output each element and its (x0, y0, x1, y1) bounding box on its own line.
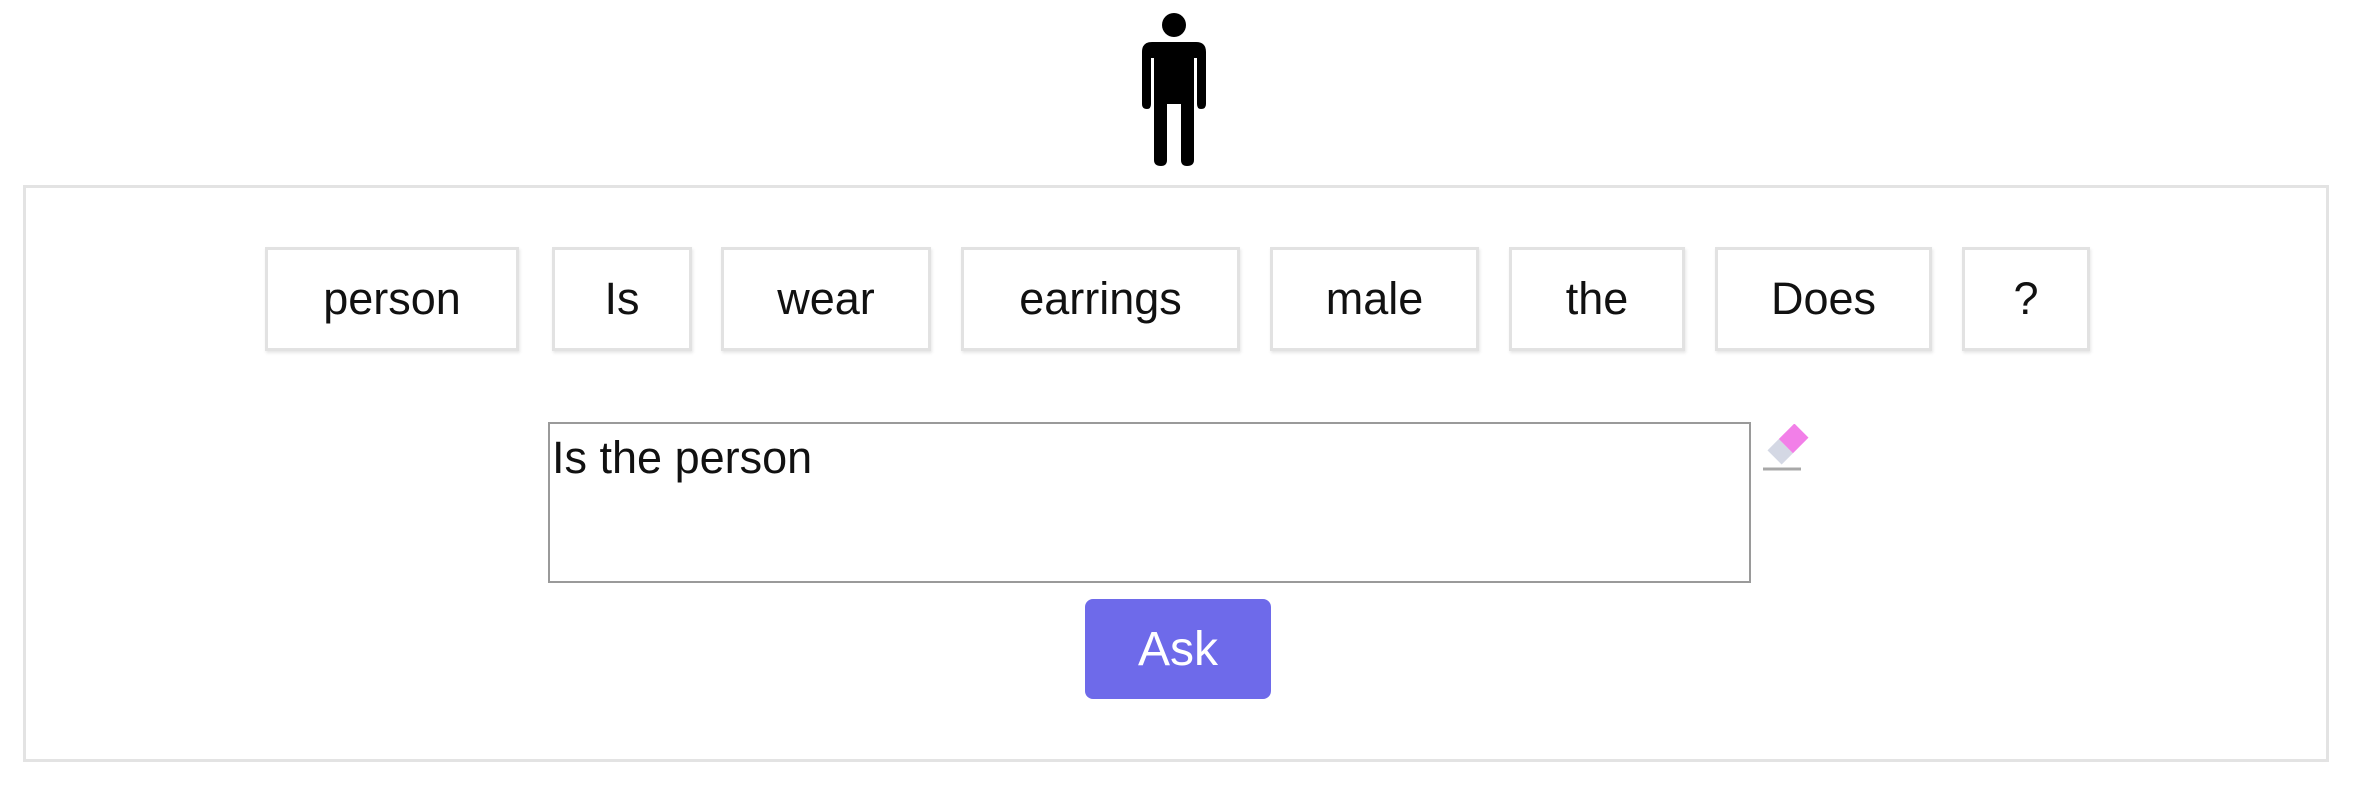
word-tile-question-mark[interactable]: ? (1962, 247, 2090, 351)
ask-button[interactable]: Ask (1085, 599, 1271, 699)
word-tile-male[interactable]: male (1270, 247, 1479, 351)
word-tile-is[interactable]: Is (552, 247, 692, 351)
word-tile-earrings[interactable]: earrings (961, 247, 1240, 351)
question-input[interactable]: Is the person (548, 422, 1751, 583)
app-stage: person Is wear earrings male the Does ? … (0, 0, 2358, 812)
word-tile-wear[interactable]: wear (721, 247, 931, 351)
person-icon (1142, 13, 1206, 166)
question-builder-panel: person Is wear earrings male the Does ? … (23, 185, 2329, 762)
word-tile-does[interactable]: Does (1715, 247, 1932, 351)
word-bank: person Is wear earrings male the Does ? (26, 247, 2326, 351)
eraser-icon[interactable] (1761, 424, 1815, 474)
word-tile-the[interactable]: the (1509, 247, 1685, 351)
word-tile-person[interactable]: person (265, 247, 519, 351)
